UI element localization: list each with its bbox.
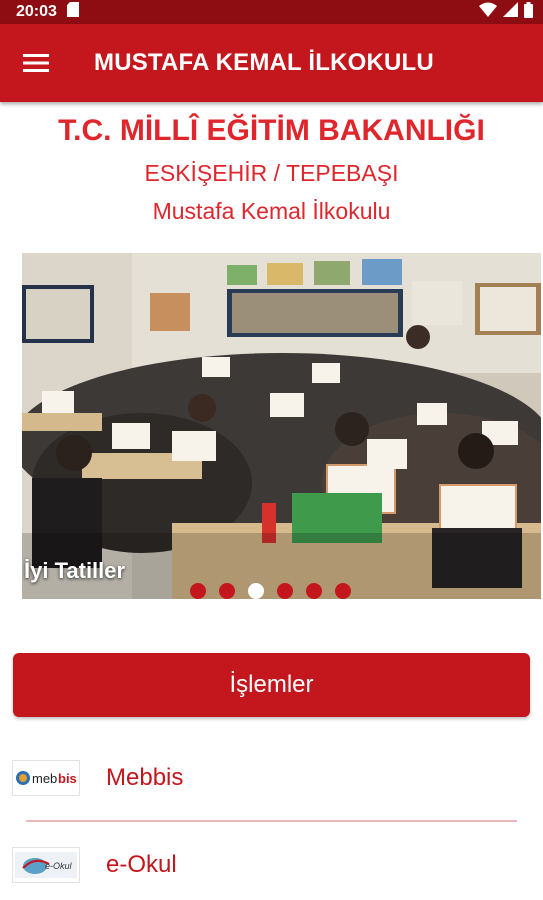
eokul-logo-icon: e-Okul (12, 847, 80, 883)
mebbis-logo-icon: me b bis (12, 760, 80, 796)
app-bar: MUSTAFA KEMAL İLKOKULU (0, 24, 543, 102)
mebbis-link[interactable]: me b bis Mebbis (0, 748, 543, 808)
carousel-dot[interactable] (219, 583, 235, 599)
photo-carousel[interactable] (22, 253, 541, 599)
app-title: MUSTAFA KEMAL İLKOKULU (94, 49, 434, 76)
carousel-dot[interactable] (277, 583, 293, 599)
carousel-dots (190, 583, 351, 599)
hamburger-menu-button[interactable] (0, 24, 72, 102)
operations-button[interactable]: İşlemler (13, 653, 530, 717)
battery-icon (524, 1, 533, 23)
carousel-dot[interactable] (306, 583, 322, 599)
eokul-label: e-Okul (106, 851, 177, 878)
mebbis-label: Mebbis (106, 764, 184, 791)
carousel-caption: İyi Tatiller (24, 558, 126, 583)
status-time: 20:03 (16, 3, 57, 20)
hamburger-menu-icon (23, 54, 49, 72)
ministry-title: T.C. MİLLÎ EĞİTİM BAKANLIĞI (58, 114, 485, 147)
school-name: Mustafa Kemal İlkokulu (152, 198, 391, 224)
eokul-link[interactable]: e-Okul e-Okul (0, 835, 543, 895)
carousel-dot[interactable] (335, 583, 351, 599)
wifi-icon (479, 2, 497, 22)
svg-text:e-Okul: e-Okul (45, 861, 73, 871)
svg-text:b: b (50, 771, 57, 786)
svg-text:bis: bis (58, 771, 77, 786)
signal-icon (503, 2, 518, 22)
svg-text:me: me (32, 771, 50, 786)
carousel-dot[interactable] (190, 583, 206, 599)
carousel-dot-active[interactable] (248, 583, 264, 599)
status-bar: 20:03 (0, 0, 543, 24)
sd-card-icon (66, 2, 79, 22)
region-text: ESKİŞEHİR / TEPEBAŞI (144, 160, 399, 186)
list-divider (26, 820, 517, 822)
classroom-photo (22, 253, 541, 599)
